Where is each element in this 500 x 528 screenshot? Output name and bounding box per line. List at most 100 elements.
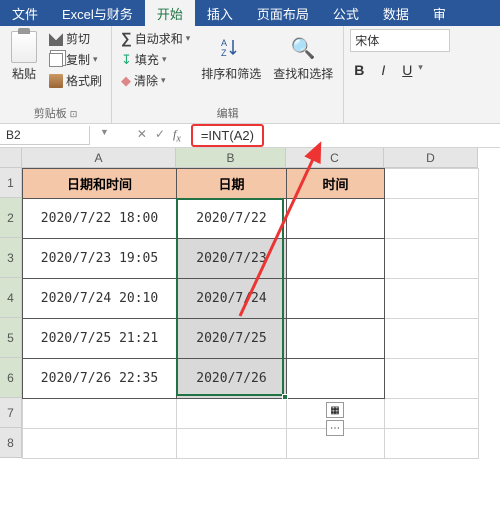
tab-6[interactable]: 数据: [371, 0, 421, 26]
cell-C3[interactable]: [287, 239, 385, 279]
formula-bar: B2 ▼ ✕ ✓ fx =INT(A2): [0, 124, 500, 148]
sigma-icon: ∑: [121, 30, 132, 47]
tab-5[interactable]: 公式: [321, 0, 371, 26]
paste-label: 粘贴: [12, 65, 36, 82]
cell-A2[interactable]: 2020/7/22 18:00: [23, 199, 177, 239]
cut-label: 剪切: [66, 30, 90, 47]
eraser-icon: ◆: [121, 73, 131, 89]
autofill-icon[interactable]: ▦: [326, 402, 344, 418]
formula-input[interactable]: =INT(A2): [191, 124, 264, 147]
clear-button[interactable]: ◆清除 ▾: [118, 71, 193, 90]
enter-icon[interactable]: ✓: [155, 127, 165, 144]
clipboard-icon: [11, 31, 37, 63]
editing-group: ∑自动求和 ▾ ↧填充 ▾ ◆清除 ▾ AZ 排序和筛选 🔍 查找和选择 编辑: [112, 26, 344, 123]
cell-C5[interactable]: [287, 319, 385, 359]
row-head-7[interactable]: 7: [0, 398, 22, 428]
cell-A8[interactable]: [23, 429, 177, 459]
formula-text: =INT(A2): [201, 128, 254, 143]
tab-7[interactable]: 审: [421, 0, 458, 26]
bold-button[interactable]: B: [350, 62, 368, 78]
col-head-C[interactable]: C: [286, 148, 384, 168]
row-head-8[interactable]: 8: [0, 428, 22, 458]
cell-D5[interactable]: [385, 319, 479, 359]
sort-label: 排序和筛选: [201, 65, 261, 82]
tab-3[interactable]: 插入: [195, 0, 245, 26]
svg-text:A: A: [221, 38, 227, 48]
svg-text:Z: Z: [221, 48, 227, 58]
copy-icon: [49, 53, 63, 67]
cell-D3[interactable]: [385, 239, 479, 279]
find-select-button[interactable]: 🔍 查找和选择: [269, 29, 337, 103]
cell-B3[interactable]: 2020/7/23: [177, 239, 287, 279]
cell-D1[interactable]: [385, 169, 479, 199]
cell-B8[interactable]: [177, 429, 287, 459]
cell-B7[interactable]: [177, 399, 287, 429]
underline-button[interactable]: U: [398, 62, 416, 78]
italic-button[interactable]: I: [374, 62, 392, 78]
dropdown-icon[interactable]: ▼: [100, 127, 109, 144]
autofill-menu-icon[interactable]: ⋯: [326, 420, 344, 436]
cell-C1[interactable]: 时间: [287, 169, 385, 199]
row-head-3[interactable]: 3: [0, 238, 22, 278]
editing-group-label: 编辑: [217, 108, 239, 120]
cancel-icon[interactable]: ✕: [137, 127, 147, 144]
clipboard-group-label: 剪贴板: [34, 108, 67, 120]
format-painter-label: 格式刷: [66, 72, 102, 89]
col-head-D[interactable]: D: [384, 148, 478, 168]
row-head-4[interactable]: 4: [0, 278, 22, 318]
cell-C4[interactable]: [287, 279, 385, 319]
row-head-6[interactable]: 6: [0, 358, 22, 398]
font-name-select[interactable]: 宋体: [350, 29, 450, 52]
cell-A1[interactable]: 日期和时间: [23, 169, 177, 199]
autofill-options[interactable]: ▦⋯: [326, 402, 481, 436]
select-all-corner[interactable]: [0, 148, 22, 168]
row-head-5[interactable]: 5: [0, 318, 22, 358]
cell-A7[interactable]: [23, 399, 177, 429]
tab-1[interactable]: Excel与财务: [50, 0, 145, 26]
autosum-label: 自动求和: [135, 30, 183, 47]
cut-button[interactable]: 剪切: [46, 29, 105, 48]
clipboard-group: 粘贴 剪切 复制 ▾ 格式刷 剪贴板 ⊡: [0, 26, 112, 123]
cell-A3[interactable]: 2020/7/23 19:05: [23, 239, 177, 279]
cell-D2[interactable]: [385, 199, 479, 239]
format-painter-button[interactable]: 格式刷: [46, 71, 105, 90]
menu-tabs: 文件Excel与财务开始插入页面布局公式数据审: [0, 0, 500, 26]
fill-button[interactable]: ↧填充 ▾: [118, 50, 193, 69]
brush-icon: [49, 74, 63, 88]
cell-D4[interactable]: [385, 279, 479, 319]
cell-A4[interactable]: 2020/7/24 20:10: [23, 279, 177, 319]
tab-4[interactable]: 页面布局: [245, 0, 321, 26]
cell-A6[interactable]: 2020/7/26 22:35: [23, 359, 177, 399]
fill-down-icon: ↧: [121, 52, 132, 68]
col-head-B[interactable]: B: [176, 148, 286, 168]
tab-0[interactable]: 文件: [0, 0, 50, 26]
copy-button[interactable]: 复制 ▾: [46, 50, 105, 69]
name-box[interactable]: B2: [0, 126, 90, 145]
font-group: 宋体 B I U▾: [344, 26, 456, 123]
row-head-2[interactable]: 2: [0, 198, 22, 238]
cell-B4[interactable]: 2020/7/24: [177, 279, 287, 319]
magnifier-icon: 🔍: [289, 31, 317, 65]
cell-C2[interactable]: [287, 199, 385, 239]
cell-B2[interactable]: 2020/7/22: [177, 199, 287, 239]
col-head-A[interactable]: A: [22, 148, 176, 168]
fill-handle[interactable]: [282, 394, 288, 400]
sort-filter-icon: AZ: [217, 31, 245, 65]
ribbon: 粘贴 剪切 复制 ▾ 格式刷 剪贴板 ⊡ ∑自动求和 ▾ ↧填充 ▾ ◆清除 ▾…: [0, 26, 500, 124]
cell-B1[interactable]: 日期: [177, 169, 287, 199]
row-head-1[interactable]: 1: [0, 168, 22, 198]
spreadsheet: 12345678 ABCD 日期和时间日期时间2020/7/22 18:0020…: [0, 148, 500, 459]
cell-B5[interactable]: 2020/7/25: [177, 319, 287, 359]
font-name-label: 宋体: [355, 34, 379, 48]
tab-2[interactable]: 开始: [145, 0, 195, 26]
clear-label: 清除: [134, 72, 158, 89]
sort-filter-button[interactable]: AZ 排序和筛选: [197, 29, 265, 103]
cell-grid[interactable]: 日期和时间日期时间2020/7/22 18:002020/7/222020/7/…: [22, 168, 479, 459]
cell-C6[interactable]: [287, 359, 385, 399]
cell-D6[interactable]: [385, 359, 479, 399]
paste-button[interactable]: 粘贴: [6, 29, 42, 103]
cell-A5[interactable]: 2020/7/25 21:21: [23, 319, 177, 359]
fx-icon[interactable]: fx: [173, 127, 181, 144]
cell-B6[interactable]: 2020/7/26: [177, 359, 287, 399]
autosum-button[interactable]: ∑自动求和 ▾: [118, 29, 193, 48]
